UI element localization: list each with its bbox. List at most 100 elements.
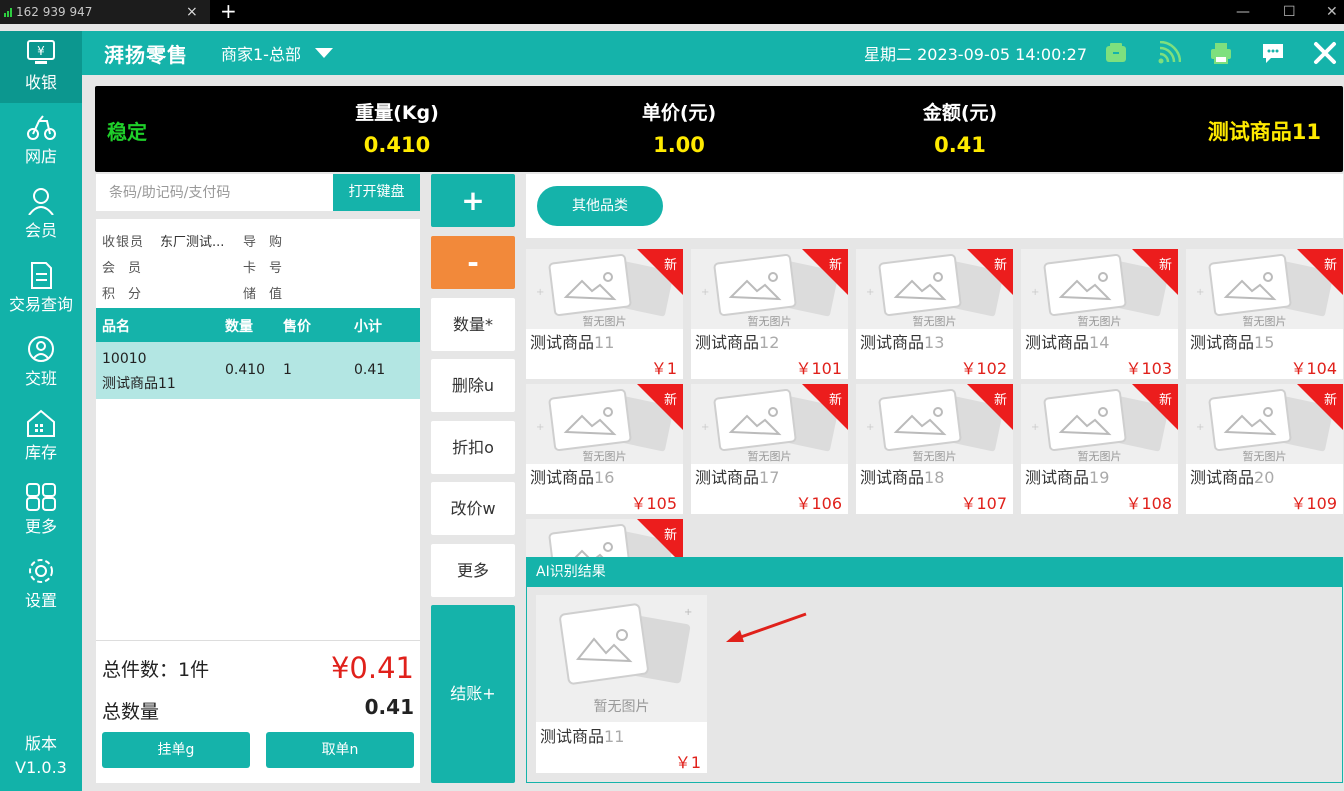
product-card[interactable]: +暂无图片新 — [526, 519, 683, 557]
delete-button[interactable]: 删除u — [431, 359, 515, 412]
no-image-text: 暂无图片 — [1242, 450, 1287, 463]
browser-tab[interactable]: 162 939 947 × — [0, 0, 210, 24]
product-card[interactable]: + 暂无图片 新测试商品12 ￥101 — [691, 249, 848, 379]
svg-text:+: + — [536, 287, 544, 298]
version-label: 版本 — [24, 734, 57, 753]
product-name: 测试商品19 — [1025, 464, 1109, 488]
version-number: V1.0.3 — [15, 758, 67, 777]
product-name-text: 测试商品 — [860, 468, 925, 487]
table-row[interactable]: 10010 测试商品11 0.410 1 0.41 — [96, 342, 420, 399]
category-bar: 其他品类 — [526, 174, 1343, 238]
discount-button[interactable]: 折扣o — [431, 421, 515, 474]
sidebar-item-transaction-query[interactable]: 交易查询 — [0, 253, 82, 325]
product-card[interactable]: + 暂无图片 新测试商品15 ￥104 — [1186, 249, 1343, 379]
image-placeholder-icon: + — [559, 603, 692, 685]
points-label: 积 分 — [102, 287, 142, 302]
product-card[interactable]: + 暂无图片 新测试商品18 ￥107 — [856, 384, 1013, 514]
sidebar-item-label: 设置 — [24, 591, 57, 610]
col-name: 品名 — [102, 319, 130, 335]
product-card[interactable]: + 暂无图片 新测试商品14 ￥103 — [1021, 249, 1178, 379]
tab-close-icon[interactable]: × — [186, 0, 198, 24]
annotation-arrow-icon — [726, 612, 807, 642]
wallet-icon[interactable] — [1104, 41, 1128, 65]
weight-label: 重量(Kg) — [355, 102, 439, 124]
close-icon[interactable] — [1313, 41, 1337, 65]
product-name: 测试商品12 — [695, 329, 779, 353]
minimize-button[interactable]: — — [1236, 0, 1250, 24]
cashier-value: 东厂测试... — [160, 235, 225, 250]
cashier-row: 收银员 东厂测试... — [102, 231, 224, 250]
svg-text:+: + — [1031, 287, 1039, 298]
product-name: 测试商品11 — [530, 329, 614, 353]
product-name-text: 测试商品 — [860, 333, 925, 352]
recall-order-button[interactable]: 取单n — [266, 732, 414, 768]
maximize-button[interactable]: ☐ — [1283, 0, 1296, 24]
svg-text:+: + — [1031, 422, 1039, 433]
svg-text:+: + — [701, 422, 709, 433]
new-badge-text: 新 — [1323, 393, 1337, 408]
wifi-icon[interactable] — [1157, 41, 1181, 65]
sidebar-item-settings[interactable]: 设置 — [0, 549, 82, 621]
sidebar-item-label: 交班 — [24, 369, 57, 388]
checkout-button[interactable]: 结账+ — [431, 605, 515, 783]
new-badge-text: 新 — [663, 393, 677, 408]
inventory-icon — [27, 409, 55, 437]
svg-text:+: + — [701, 287, 709, 298]
change-price-button[interactable]: 改价w — [431, 482, 515, 535]
balance-label: 储 值 — [243, 287, 283, 302]
hang-order-button[interactable]: 挂单g — [102, 732, 250, 768]
product-card[interactable]: + 暂无图片 新测试商品16 ￥105 — [526, 384, 683, 514]
category-other-button[interactable]: 其他品类 — [537, 186, 663, 226]
total-qty: 0.41 — [364, 695, 414, 719]
minus-button[interactable]: - — [431, 236, 515, 289]
no-image-text: 暂无图片 — [747, 315, 792, 328]
open-keyboard-button[interactable]: 打开键盘 — [333, 174, 420, 211]
new-badge-text: 新 — [828, 258, 842, 273]
no-image-text: 暂无图片 — [1242, 315, 1287, 328]
new-tab-button[interactable]: + — [220, 0, 237, 22]
ai-panel-title: AI识别结果 — [527, 558, 1342, 587]
sidebar-item-member[interactable]: 会员 — [0, 179, 82, 251]
tab-title: 162 939 947 — [16, 5, 93, 19]
product-name-text: 测试商品 — [530, 333, 595, 352]
more-button[interactable]: 更多 — [431, 544, 515, 597]
sidebar-item-shift[interactable]: 交班 — [0, 327, 82, 399]
transaction-query-icon — [31, 262, 52, 289]
more-grid-icon — [26, 483, 56, 511]
quantity-button[interactable]: 数量* — [431, 298, 515, 351]
search-input[interactable] — [96, 174, 333, 211]
product-number: 20 — [1254, 468, 1275, 487]
product-price: ￥104 — [1290, 359, 1337, 378]
product-number: 18 — [924, 468, 945, 487]
product-price: ￥1 — [674, 753, 701, 772]
shift-handover-icon — [28, 336, 54, 362]
product-name-text: 测试商品 — [1025, 333, 1090, 352]
product-card[interactable]: + 暂无图片 新测试商品13 ￥102 — [856, 249, 1013, 379]
printer-icon[interactable] — [1209, 41, 1233, 65]
svg-text:+: + — [1196, 422, 1204, 433]
new-badge-text: 新 — [1158, 393, 1172, 408]
product-number: 14 — [1089, 333, 1110, 352]
window-close-button[interactable]: ✕ — [1326, 0, 1338, 24]
header: 湃扬零售 商家1-总部 星期二 2023-09-05 14:00:27 — [82, 31, 1344, 75]
item-price: 1 — [283, 362, 292, 378]
sidebar-item-inventory[interactable]: 库存 — [0, 401, 82, 473]
sidebar-item-online-store[interactable]: 网店 — [0, 105, 82, 177]
merchant-selector[interactable]: 商家1-总部 — [221, 41, 301, 65]
weight-block: 重量(Kg) 0.410 — [317, 98, 477, 157]
datetime: 星期二 2023-09-05 14:00:27 — [864, 45, 1088, 64]
message-icon[interactable] — [1261, 41, 1285, 65]
sidebar-item-more[interactable]: 更多 — [0, 475, 82, 547]
ai-result-card[interactable]: + 暂无图片 测试商品11 ￥1 — [536, 595, 707, 773]
product-card[interactable]: + 暂无图片 新测试商品11 ￥1 — [526, 249, 683, 379]
product-number: 11 — [604, 727, 625, 746]
col-price: 售价 — [283, 319, 311, 335]
product-card[interactable]: + 暂无图片 新测试商品20 ￥109 — [1186, 384, 1343, 514]
chevron-down-icon[interactable] — [315, 48, 333, 58]
plus-button[interactable]: + — [431, 174, 515, 227]
product-card[interactable]: + 暂无图片 新测试商品19 ￥108 — [1021, 384, 1178, 514]
cart-table-header: 品名 数量 售价 小计 — [96, 308, 420, 342]
pos-app: { "window": { "tab_title": "162 939 947"… — [0, 0, 1344, 791]
sidebar-item-cashier[interactable]: ¥ 收银 — [0, 31, 82, 103]
product-card[interactable]: + 暂无图片 新测试商品17 ￥106 — [691, 384, 848, 514]
